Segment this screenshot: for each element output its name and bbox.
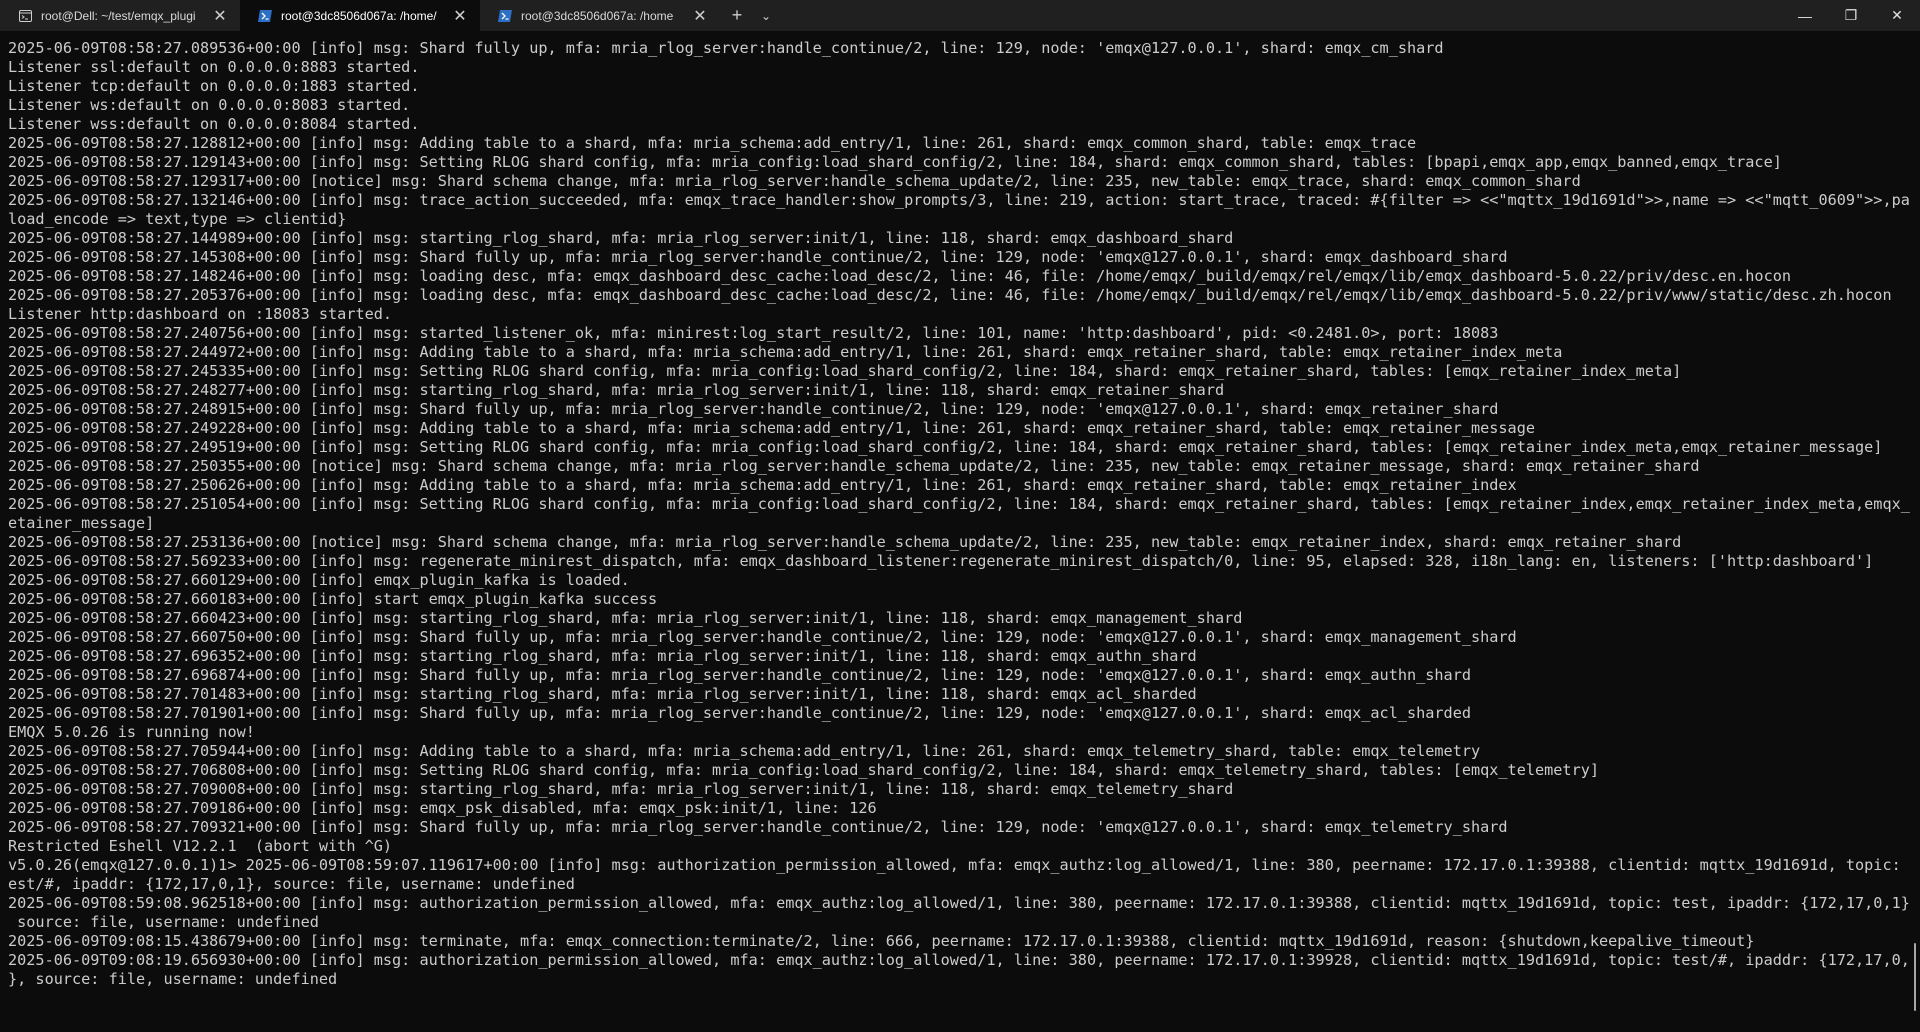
close-icon[interactable]: ✕ <box>210 6 230 26</box>
terminal-line: 2025-06-09T08:58:27.244972+00:00 [info] … <box>8 343 1563 361</box>
terminal-line: 2025-06-09T08:58:27.148246+00:00 [info] … <box>8 267 1792 285</box>
terminal-line: 2025-06-09T08:58:27.249519+00:00 [info] … <box>8 438 1883 456</box>
terminal-line: 2025-06-09T08:58:27.129143+00:00 [info] … <box>8 153 1782 171</box>
terminal-line: 2025-06-09T08:58:27.701483+00:00 [info] … <box>8 685 1197 703</box>
terminal-line: Listener wss:default on 0.0.0.0:8084 sta… <box>8 115 420 133</box>
terminal-line: 2025-06-09T08:58:27.660750+00:00 [info] … <box>8 628 1517 646</box>
chevron-down-icon[interactable]: ⌄ <box>754 0 778 31</box>
terminal-line: 2025-06-09T08:58:27.660183+00:00 [info] … <box>8 590 658 608</box>
terminal-line: 2025-06-09T08:58:27.660423+00:00 [info] … <box>8 609 1243 627</box>
terminal-line: 2025-06-09T08:58:27.709186+00:00 [info] … <box>8 799 877 817</box>
terminal-line: 2025-06-09T08:58:27.240756+00:00 [info] … <box>8 324 1499 342</box>
powershell-icon <box>258 9 272 23</box>
terminal-line: 2025-06-09T08:59:08.962518+00:00 [info] … <box>8 894 1910 912</box>
terminal-line: est/#, ipaddr: {172,17,0,1}, source: fil… <box>8 875 575 893</box>
terminal-line: 2025-06-09T09:08:19.656930+00:00 [info] … <box>8 951 1910 969</box>
tab-title: root@Dell: ~/test/emqx_plugi <box>41 8 196 23</box>
terminal-line: Listener ssl:default on 0.0.0.0:8883 sta… <box>8 58 420 76</box>
terminal-line: 2025-06-09T09:08:15.438679+00:00 [info] … <box>8 932 1755 950</box>
terminal-line: 2025-06-09T08:58:27.132146+00:00 [info] … <box>8 191 1910 209</box>
terminal-line: 2025-06-09T08:58:27.245335+00:00 [info] … <box>8 362 1682 380</box>
terminal-line: v5.0.26(emqx@127.0.0.1)1> 2025-06-09T08:… <box>8 856 1910 874</box>
terminal-line: 2025-06-09T08:58:27.696874+00:00 [info] … <box>8 666 1471 684</box>
terminal-line: 2025-06-09T08:58:27.250355+00:00 [notice… <box>8 457 1700 475</box>
terminal-line: 2025-06-09T08:58:27.701901+00:00 [info] … <box>8 704 1471 722</box>
titlebar-drag-area[interactable] <box>778 0 1782 31</box>
terminal-line: Restricted Eshell V12.2.1 (abort with ^G… <box>8 837 393 855</box>
terminal-line: 2025-06-09T08:58:27.709321+00:00 [info] … <box>8 818 1508 836</box>
terminal-line: 2025-06-09T08:58:27.569233+00:00 [info] … <box>8 552 1874 570</box>
terminal-output[interactable]: 2025-06-09T08:58:27.089536+00:00 [info] … <box>0 31 1910 1032</box>
terminal-line: 2025-06-09T08:58:27.250626+00:00 [info] … <box>8 476 1517 494</box>
linux-terminal-icon <box>18 9 32 23</box>
terminal-line: Listener tcp:default on 0.0.0.0:1883 sta… <box>8 77 420 95</box>
terminal-line: 2025-06-09T08:58:27.128812+00:00 [info] … <box>8 134 1417 152</box>
terminal-line: 2025-06-09T08:58:27.129317+00:00 [notice… <box>8 172 1581 190</box>
terminal-line: 2025-06-09T08:58:27.089536+00:00 [info] … <box>8 39 1444 57</box>
terminal-line: source: file, username: undefined <box>8 913 319 931</box>
terminal-line: Listener http:dashboard on :18083 starte… <box>8 305 393 323</box>
close-icon[interactable]: ✕ <box>690 6 710 26</box>
maximize-button[interactable]: ❐ <box>1828 0 1874 31</box>
terminal-line: 2025-06-09T08:58:27.251054+00:00 [info] … <box>8 495 1910 513</box>
terminal-line: 2025-06-09T08:58:27.709008+00:00 [info] … <box>8 780 1234 798</box>
tab-title: root@3dc8506d067a: /home <box>521 8 674 23</box>
terminal-line: 2025-06-09T08:58:27.705944+00:00 [info] … <box>8 742 1481 760</box>
terminal-line: 2025-06-09T08:58:27.248277+00:00 [info] … <box>8 381 1225 399</box>
powershell-icon <box>498 9 512 23</box>
title-bar: root@Dell: ~/test/emqx_plugi ✕ root@3dc8… <box>0 0 1920 31</box>
terminal-line: 2025-06-09T08:58:27.248915+00:00 [info] … <box>8 400 1499 418</box>
minimize-button[interactable]: — <box>1782 0 1828 31</box>
tab-3dc8506d067a[interactable]: root@3dc8506d067a: /home ✕ <box>480 0 720 31</box>
terminal-line: 2025-06-09T08:58:27.205376+00:00 [info] … <box>8 286 1892 304</box>
terminal-line: load_encode => text,type => clientid} <box>8 210 347 228</box>
tab-title: root@3dc8506d067a: /home/ <box>281 8 437 23</box>
terminal-line: Listener ws:default on 0.0.0.0:8083 star… <box>8 96 411 114</box>
close-icon[interactable]: ✕ <box>450 6 470 26</box>
terminal-line: 2025-06-09T08:58:27.696352+00:00 [info] … <box>8 647 1197 665</box>
close-window-button[interactable]: ✕ <box>1874 0 1920 31</box>
terminal-line: }, source: file, username: undefined <box>8 970 338 988</box>
terminal-line: 2025-06-09T08:58:27.144989+00:00 [info] … <box>8 229 1234 247</box>
terminal-line: 2025-06-09T08:58:27.660129+00:00 [info] … <box>8 571 630 589</box>
tab-dell[interactable]: root@Dell: ~/test/emqx_plugi ✕ <box>0 0 240 31</box>
terminal-line: 2025-06-09T08:58:27.249228+00:00 [info] … <box>8 419 1535 437</box>
terminal-line: 2025-06-09T08:58:27.253136+00:00 [notice… <box>8 533 1682 551</box>
terminal-line: 2025-06-09T08:58:27.145308+00:00 [info] … <box>8 248 1508 266</box>
terminal-line: 2025-06-09T08:58:27.706808+00:00 [info] … <box>8 761 1599 779</box>
terminal-line: EMQX 5.0.26 is running now! <box>8 723 255 741</box>
terminal-line: etainer_message] <box>8 514 155 532</box>
new-tab-button[interactable]: + <box>720 0 754 31</box>
scrollbar-thumb[interactable] <box>1914 943 1916 1011</box>
tab-3dc8506d067a-active[interactable]: root@3dc8506d067a: /home/ ✕ <box>240 0 480 31</box>
